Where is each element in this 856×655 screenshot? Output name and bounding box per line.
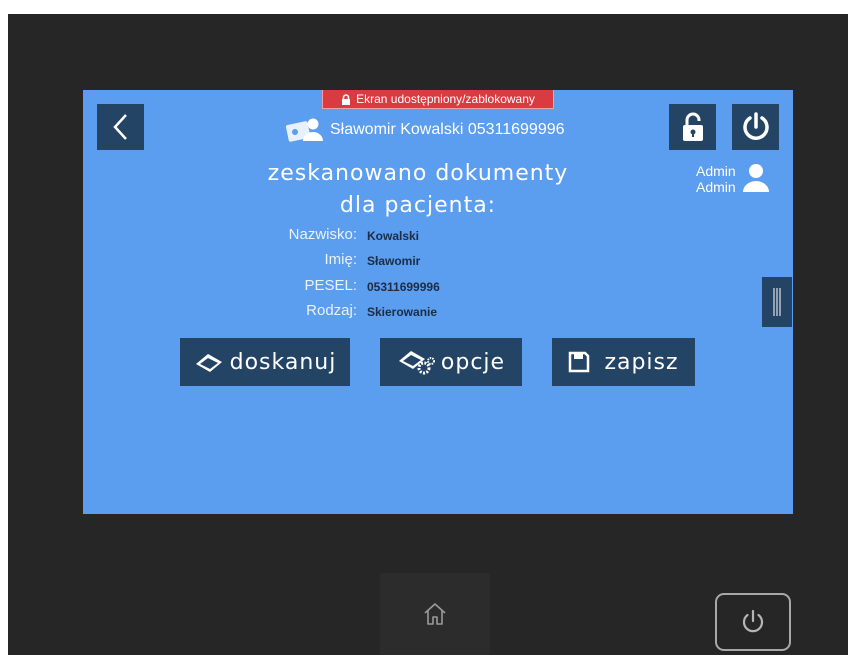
side-panel-handle[interactable] [762, 277, 792, 327]
lock-banner-text: Ekran udostępniony/zablokowany [356, 92, 535, 106]
field-value-pesel: 05311699996 [367, 280, 440, 294]
rescan-button[interactable]: doskanuj [180, 338, 350, 386]
page-title-line2: dla pacjenta: [339, 193, 497, 218]
lock-icon [342, 93, 351, 105]
hardware-power-button[interactable] [715, 593, 791, 651]
user-names: Admin Admin [696, 163, 736, 195]
back-button[interactable] [97, 104, 144, 150]
logged-user: Admin Admin [696, 163, 770, 195]
scanner-icon [195, 354, 222, 372]
user-first-name: Admin [696, 163, 736, 179]
field-value-first-name: Sławomir [367, 254, 421, 268]
power-icon [742, 112, 769, 140]
floppy-disk-icon [569, 351, 590, 373]
field-value-type: Skierowanie [367, 305, 438, 319]
logout-power-button[interactable] [732, 104, 779, 150]
lock-screen-button[interactable] [669, 104, 716, 150]
save-button[interactable]: zapisz [552, 338, 695, 386]
scanner-settings-icon [398, 351, 435, 375]
field-value-surname: Kowalski [367, 229, 420, 243]
kiosk-screen: Ekran udostępniony/zablokowany Sławomir … [83, 90, 793, 514]
power-icon [742, 609, 764, 633]
save-button-label: zapisz [604, 349, 679, 375]
unlock-icon [682, 112, 703, 141]
field-label-pesel: PESEL: [304, 277, 357, 294]
chevron-left-icon [112, 114, 127, 140]
screen-locked-banner: Ekran udostępniony/zablokowany [322, 90, 554, 109]
field-label-type: Rodzaj: [306, 302, 357, 319]
home-icon [424, 603, 446, 625]
user-last-name: Admin [696, 179, 736, 195]
patient-header: Sławomir Kowalski 05311699996 [286, 115, 565, 145]
field-label-surname: Nazwisko: [288, 226, 357, 243]
options-button[interactable]: opcje [380, 338, 522, 386]
rescan-button-label: doskanuj [229, 349, 337, 375]
field-label-first-name: Imię: [324, 251, 357, 268]
options-button-label: opcje [440, 349, 506, 375]
home-button[interactable] [380, 573, 490, 655]
patient-header-text: Sławomir Kowalski 05311699996 [330, 121, 565, 138]
page-title-line1: zeskanowano dokumenty [267, 161, 569, 186]
drag-handle-icon [773, 288, 781, 316]
user-icon [742, 164, 769, 192]
patient-card-icon [286, 118, 323, 142]
